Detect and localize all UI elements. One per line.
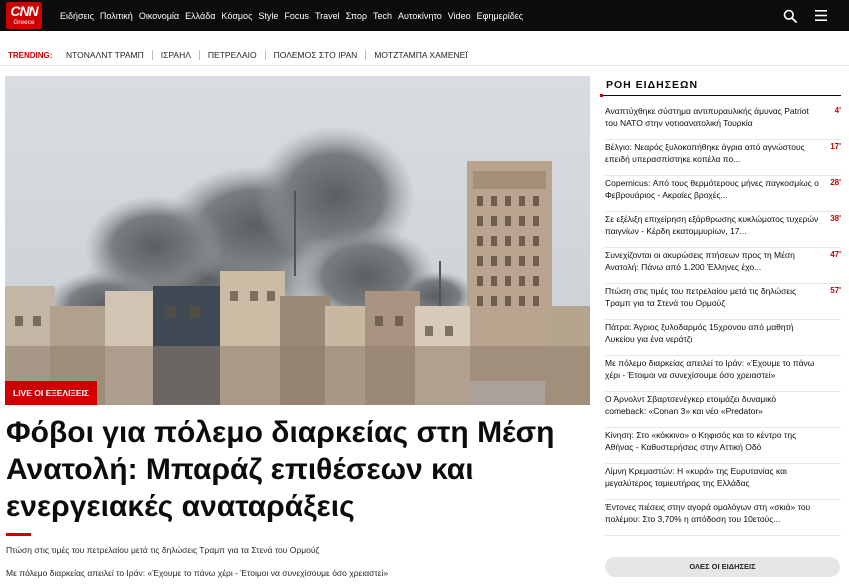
- feed-item[interactable]: Ο Άρνολντ Σβαρτσενέγκερ ετοιμάζει δυναμι…: [605, 392, 841, 428]
- feed-item[interactable]: Βέλγιο: Νεαρός ξυλοκοπήθηκε άγρια από αγ…: [605, 140, 841, 176]
- hero-image[interactable]: [5, 76, 590, 405]
- nav-item-politiki[interactable]: Πολιτική: [100, 11, 133, 21]
- feed-item[interactable]: Συνεχίζονται οι ακυρώσεις πτήσεων προς τ…: [605, 248, 841, 284]
- nav-item-aftokinito[interactable]: Αυτοκίνητο: [398, 11, 442, 21]
- nav-item-video[interactable]: Video: [448, 11, 471, 21]
- feed-item[interactable]: Πτώση στις τιμές του πετρελαίου μετά τις…: [605, 284, 841, 320]
- main-nav: Ειδήσεις Πολιτική Οικονομία Ελλάδα Κόσμο…: [60, 0, 529, 31]
- trending-bar: TRENDING: ΝΤΟΝΑΛΝΤ ΤΡΑΜΠ ΙΣΡΑΗΛ ΠΕΤΡΕΛΑΙ…: [0, 31, 849, 66]
- logo-text: CNN: [10, 3, 38, 19]
- trending-item[interactable]: ΠΕΤΡΕΛΑΙΟ: [208, 50, 266, 60]
- feed-item[interactable]: Λίμνη Κρεμαστών: Η «κυρά» της Ευρυτανίας…: [605, 464, 841, 500]
- feed-item-title: Πτώση στις τιμές του πετρελαίου μετά τις…: [605, 286, 797, 308]
- feed-title-rule: [600, 95, 841, 96]
- nav-item-focus[interactable]: Focus: [284, 11, 309, 21]
- feed-item-title: Ο Άρνολντ Σβαρτσενέγκερ ετοιμάζει δυναμι…: [605, 394, 777, 416]
- feed-item-time: 4': [834, 106, 841, 115]
- feed-item-time: 28': [830, 178, 841, 187]
- feed-item-time: 47': [830, 250, 841, 259]
- main-headline[interactable]: Φόβοι για πόλεμο διαρκείας στη Μέση Ανατ…: [6, 414, 591, 525]
- nav-item-spor[interactable]: Σπορ: [346, 11, 367, 21]
- top-navigation-bar: CNN Greece Ειδήσεις Πολιτική Οικονομία Ε…: [0, 0, 849, 31]
- news-feed-title: ΡΟΗ ΕΙΔΗΣΕΩΝ: [606, 79, 699, 91]
- feed-item-title: Λίμνη Κρεμαστών: Η «κυρά» της Ευρυτανίας…: [605, 466, 787, 488]
- trending-items: ΝΤΟΝΑΛΝΤ ΤΡΑΜΠ ΙΣΡΑΗΛ ΠΕΤΡΕΛΑΙΟ ΠΟΛΕΜΟΣ …: [66, 50, 484, 60]
- related-link[interactable]: Με πόλεμο διαρκείας απειλεί το Ιράν: «Έχ…: [6, 568, 388, 578]
- feed-item[interactable]: Σε εξέλιξη επιχείρηση εξάρθρωσης κυκλώμα…: [605, 212, 841, 248]
- feed-item-title: Έντονες πιέσεις στην αγορά ομολόγων στη …: [605, 502, 811, 524]
- feed-item[interactable]: Copernicus: Από τους θερμότερους μήνες π…: [605, 176, 841, 212]
- search-icon[interactable]: [783, 9, 797, 23]
- feed-item[interactable]: Έντονες πιέσεις στην αγορά ομολόγων στη …: [605, 500, 841, 536]
- trending-item[interactable]: ΝΤΟΝΑΛΝΤ ΤΡΑΜΠ: [66, 50, 153, 60]
- feed-item-title: Βέλγιο: Νεαρός ξυλοκοπήθηκε άγρια από αγ…: [605, 142, 805, 164]
- nav-item-style[interactable]: Style: [258, 11, 278, 21]
- feed-item-title: Με πόλεμο διαρκείας απειλεί το Ιράν: «Έχ…: [605, 358, 815, 380]
- all-news-button[interactable]: ΟΛΕΣ ΟΙ ΕΙΔΗΣΕΙΣ: [605, 557, 840, 577]
- feed-item-title: Κίνηση: Στο «κόκκινο» ο Κηφισός και το κ…: [605, 430, 797, 452]
- nav-item-ellada[interactable]: Ελλάδα: [185, 11, 215, 21]
- feed-item-time: 38': [830, 214, 841, 223]
- nav-item-kosmos[interactable]: Κόσμος: [221, 11, 252, 21]
- feed-item-time: 17': [830, 142, 841, 151]
- nav-item-travel[interactable]: Travel: [315, 11, 340, 21]
- feed-title-accent: [600, 94, 603, 97]
- feed-item[interactable]: Με πόλεμο διαρκείας απειλεί το Ιράν: «Έχ…: [605, 356, 841, 392]
- live-updates-badge[interactable]: LIVE ΟΙ ΕΞΕΛΙΞΕΙΣ: [5, 381, 98, 405]
- hamburger-menu-icon[interactable]: [815, 10, 827, 21]
- feed-item-time: 57': [830, 286, 841, 295]
- nav-item-oikonomia[interactable]: Οικονομία: [139, 11, 179, 21]
- nav-item-eidiseis[interactable]: Ειδήσεις: [60, 11, 94, 21]
- feed-item[interactable]: Κίνηση: Στο «κόκκινο» ο Κηφισός και το κ…: [605, 428, 841, 464]
- nav-item-tech[interactable]: Tech: [373, 11, 392, 21]
- feed-item-title: Πάτρα: Άγριος ξυλοδαρμός 15χρονου από μα…: [605, 322, 794, 344]
- feed-item-title: Copernicus: Από τους θερμότερους μήνες π…: [605, 178, 819, 200]
- trending-label: TRENDING:: [8, 51, 53, 60]
- feed-item-title: Σε εξέλιξη επιχείρηση εξάρθρωσης κυκλώμα…: [605, 214, 819, 236]
- feed-item-title: Αναπτύχθηκε σύστημα αντιπυραυλικής άμυνα…: [605, 106, 809, 128]
- logo-subtext: Greece: [13, 19, 35, 26]
- news-feed-list: Αναπτύχθηκε σύστημα αντιπυραυλικής άμυνα…: [605, 104, 841, 536]
- feed-item-title: Συνεχίζονται οι ακυρώσεις πτήσεων προς τ…: [605, 250, 795, 272]
- feed-item[interactable]: Πάτρα: Άγριος ξυλοδαρμός 15χρονου από μα…: [605, 320, 841, 356]
- trending-item[interactable]: ΠΟΛΕΜΟΣ ΣΤΟ ΙΡΑΝ: [274, 50, 367, 60]
- trending-item[interactable]: ΜΟΤΖΤΑΜΠΑ ΧΑΜΕΝΕΪ: [374, 50, 475, 60]
- headline-divider: [6, 533, 31, 536]
- trending-item[interactable]: ΙΣΡΑΗΛ: [161, 50, 200, 60]
- feed-item[interactable]: Αναπτύχθηκε σύστημα αντιπυραυλικής άμυνα…: [605, 104, 841, 140]
- related-link[interactable]: Πτώση στις τιμές του πετρελαίου μετά τις…: [6, 545, 319, 555]
- nav-item-efimerides[interactable]: Εφημερίδες: [477, 11, 524, 21]
- cnn-greece-logo[interactable]: CNN Greece: [6, 2, 42, 29]
